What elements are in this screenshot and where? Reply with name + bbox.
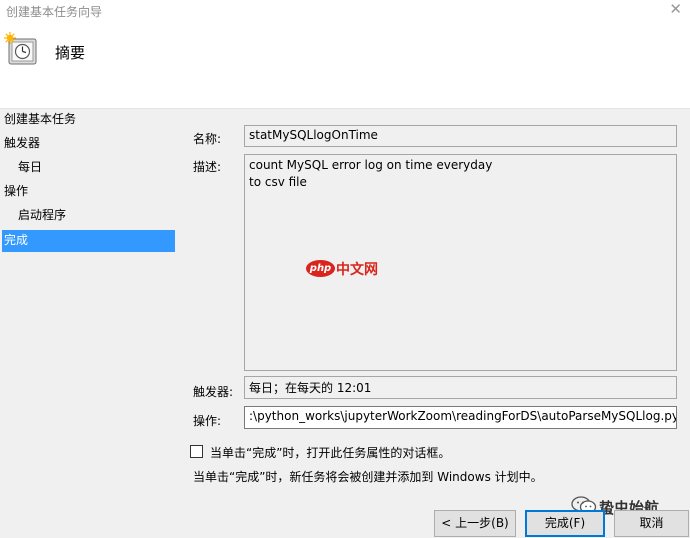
back-button[interactable]: < 上一步(B)	[434, 510, 516, 537]
close-icon[interactable]: ✕	[669, 0, 682, 18]
task-clock-icon	[4, 32, 37, 65]
name-label: 名称:	[193, 132, 222, 146]
trigger-field[interactable]: 每日；在每天的 12:01	[244, 376, 677, 399]
step-start-program[interactable]: 启动程序	[2, 205, 175, 227]
wizard-header: 摘要	[0, 22, 690, 109]
wizard-body: 创建基本任务 触发器 每日 操作 启动程序 完成 名称: statMySQLlo…	[0, 109, 690, 538]
trigger-label: 触发器:	[193, 385, 234, 399]
php-site-watermark: 中文网	[336, 262, 378, 278]
name-field[interactable]: statMySQLlogOnTime	[244, 125, 677, 147]
finish-button[interactable]: 完成(F)	[525, 510, 605, 537]
page-heading: 摘要	[55, 44, 86, 62]
description-label: 描述:	[193, 160, 222, 174]
php-badge-logo: php	[306, 260, 335, 277]
action-field[interactable]: :\python_works\jupyterWorkZoom\readingFo…	[244, 406, 677, 429]
step-action[interactable]: 操作	[2, 181, 175, 203]
cancel-button[interactable]: 取消	[614, 510, 689, 537]
step-create-task[interactable]: 创建基本任务	[2, 109, 175, 131]
open-properties-checkbox[interactable]	[190, 445, 203, 458]
title-bar: 创建基本任务向导 ✕	[0, 0, 690, 22]
window-title: 创建基本任务向导	[6, 5, 103, 19]
step-finish[interactable]: 完成	[2, 230, 175, 252]
finish-info-text: 当单击“完成”时，新任务将会被创建并添加到 Windows 计划中。	[193, 470, 543, 484]
open-properties-label[interactable]: 当单击“完成”时，打开此任务属性的对话框。	[210, 444, 450, 461]
step-trigger[interactable]: 触发器	[2, 133, 175, 155]
step-daily[interactable]: 每日	[2, 157, 175, 179]
action-label: 操作:	[193, 414, 222, 428]
